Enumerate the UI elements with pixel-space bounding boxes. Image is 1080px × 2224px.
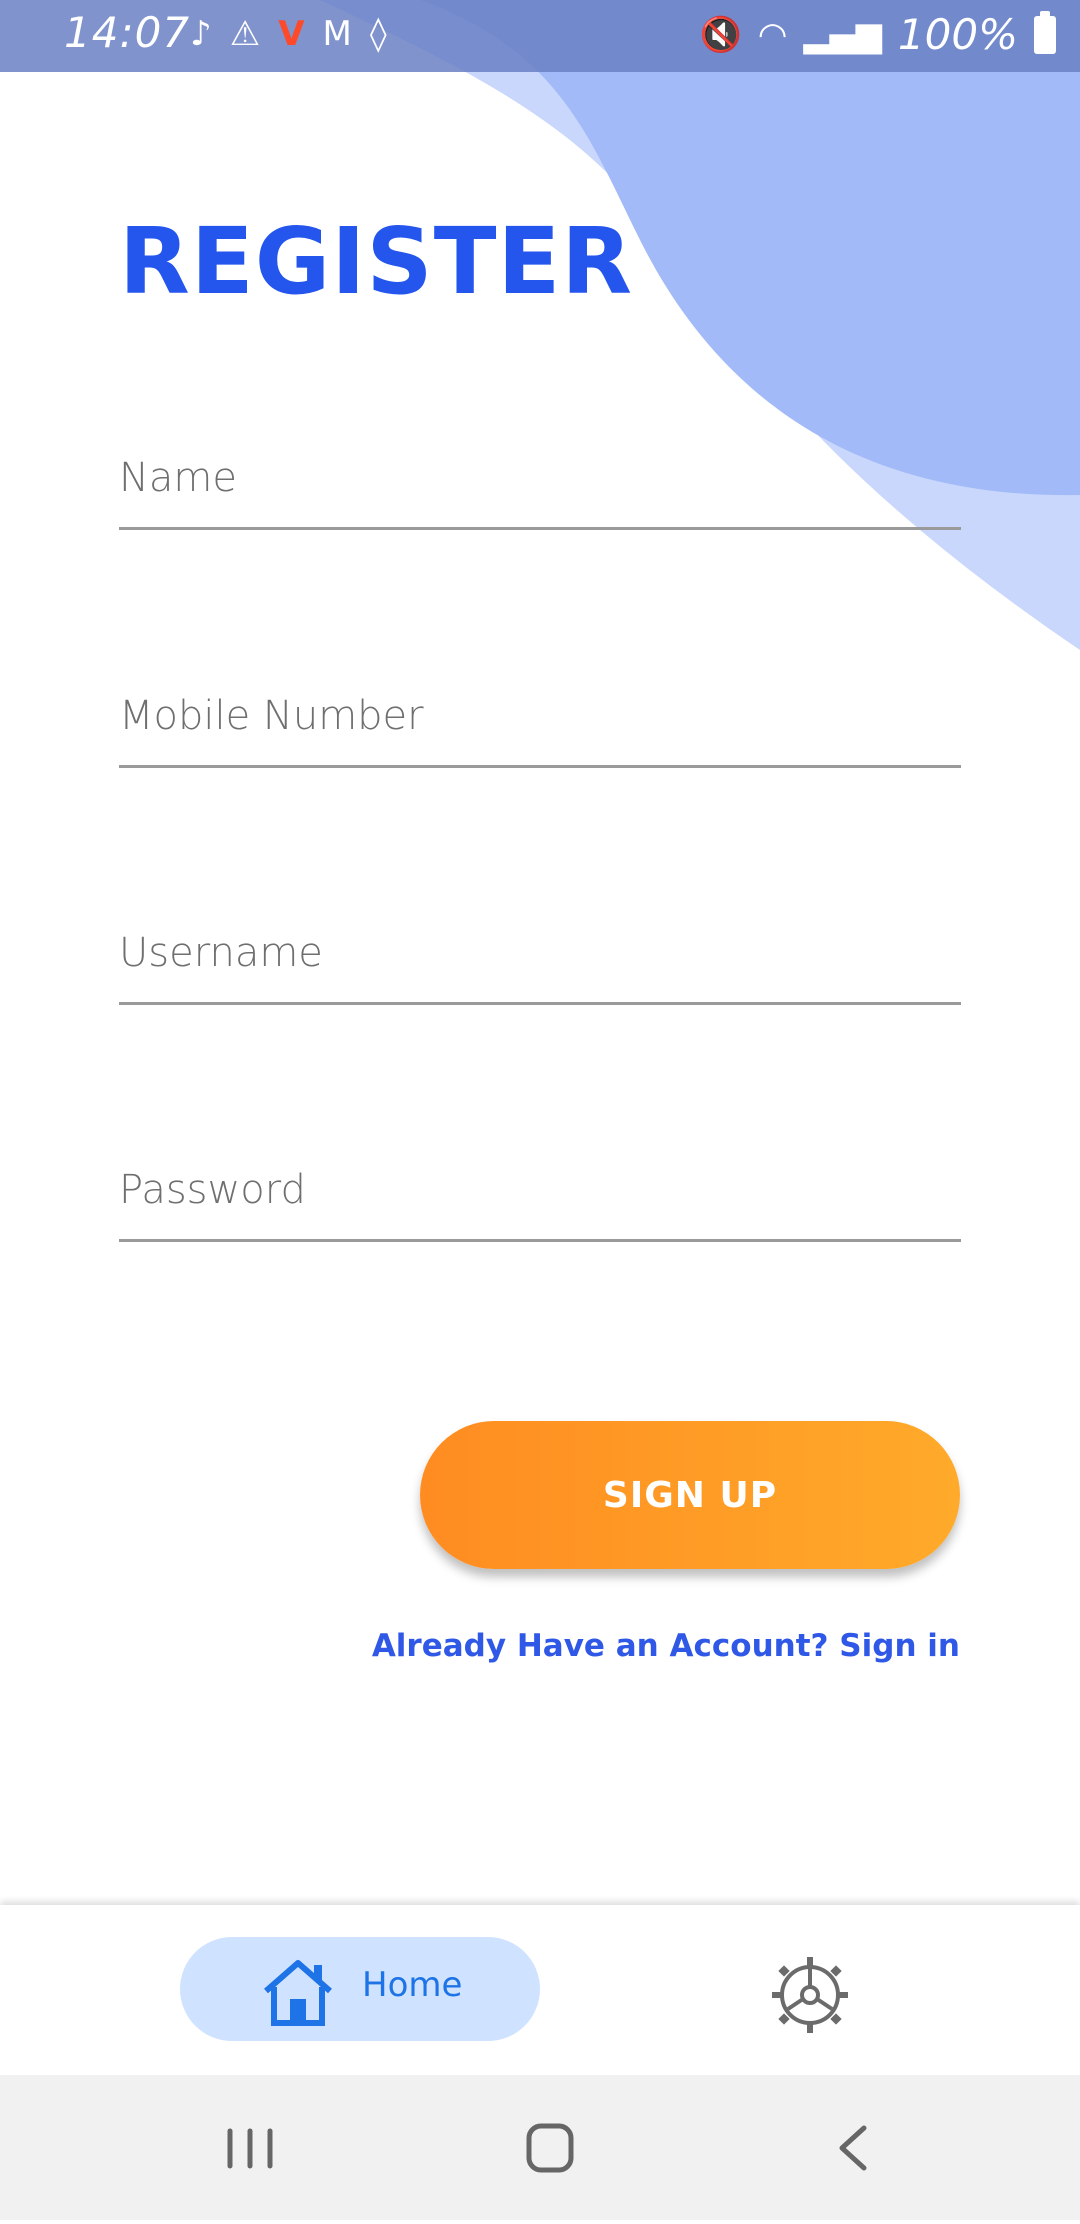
back-chevron-icon [839,2125,867,2171]
recent-apps-button[interactable] [184,2075,304,2220]
back-button[interactable] [786,2075,906,2220]
battery-icon [1034,10,1056,54]
tiktok-icon: ♪ [190,14,212,54]
nav-home-label: Home [362,1965,463,2005]
system-navigation-bar [0,2075,1080,2220]
username-input[interactable] [119,930,961,1005]
name-field-container [119,455,961,530]
background-wave [320,0,1080,650]
home-square-icon [526,2123,574,2173]
name-input[interactable] [119,455,961,530]
settings-icon[interactable] [770,1955,850,2035]
nav-home-tab[interactable]: Home [180,1937,540,2041]
sign-up-button[interactable]: SIGN UP [420,1421,960,1569]
gmail-icon: M [322,14,352,54]
page-title: REGISTER [119,208,634,315]
signal-icon: ▂▄▆ [803,14,882,55]
status-bar: 14:07 ♪ ⚠ V M ◊ 🔇 ◠ ▂▄▆ 100% [0,0,1080,72]
recent-apps-icon [227,2128,273,2169]
wifi-icon: ◠ [757,14,788,55]
home-icon [264,1960,332,2026]
mute-icon: 🔇 [699,14,742,55]
sign-in-link[interactable]: Already Have an Account? Sign in [372,1628,960,1664]
app-icon: V [278,14,305,54]
battery-percent: 100% [897,10,1018,59]
notification-icons: ♪ ⚠ V M ◊ [190,14,387,54]
system-indicators: 🔇 ◠ ▂▄▆ 100% [699,10,1056,59]
warning-icon: ⚠ [229,14,261,54]
username-field-container [119,930,961,1005]
status-time: 14:07 [64,8,191,57]
mobile-number-input[interactable] [119,693,961,768]
bottom-navigation: Home [0,1905,1080,2075]
location-icon: ◊ [369,14,387,54]
password-input[interactable] [119,1167,961,1242]
home-system-button[interactable] [484,2075,604,2220]
mobile-field-container [119,693,961,768]
password-field-container [119,1167,961,1242]
